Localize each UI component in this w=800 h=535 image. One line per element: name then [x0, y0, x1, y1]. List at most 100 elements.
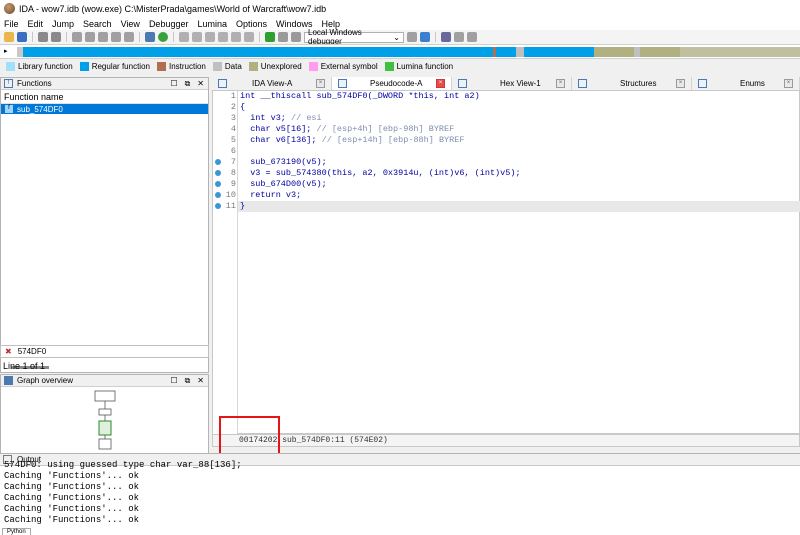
- navigation-band[interactable]: ▸: [0, 44, 800, 59]
- menu-file[interactable]: File: [4, 19, 19, 29]
- nav-arrow-icon[interactable]: ▸: [4, 47, 8, 55]
- debug-options-icon[interactable]: [407, 32, 417, 42]
- graph4-icon[interactable]: [218, 32, 228, 42]
- function-name-column-header[interactable]: Function name: [1, 90, 208, 104]
- tab-close-icon[interactable]: ×: [556, 79, 565, 88]
- graph-overview-canvas[interactable]: [1, 387, 208, 453]
- tab-close-icon[interactable]: ×: [784, 79, 793, 88]
- graph-icon[interactable]: [179, 32, 189, 42]
- pseudocode-editor[interactable]: 1 2 3 4 5 6 7 8 9 10 11 int __thiscall sub_574DF0(…: [212, 90, 800, 435]
- tab-close-icon[interactable]: ×: [676, 79, 685, 88]
- pause-icon[interactable]: [278, 32, 288, 42]
- line-number: 4: [230, 124, 236, 134]
- maximize-icon[interactable]: ☐: [170, 79, 177, 89]
- tab-pseudocode-a[interactable]: Pseudocode-A ×: [332, 77, 452, 90]
- output-line: Caching 'Functions'... ok: [4, 482, 140, 492]
- menu-debugger[interactable]: Debugger: [149, 19, 189, 29]
- tab-close-icon[interactable]: ×: [316, 79, 325, 88]
- open-icon[interactable]: [4, 32, 14, 42]
- tab-ida-view-a[interactable]: IDA View-A ×: [212, 77, 332, 90]
- float-icon[interactable]: ⧉: [185, 79, 191, 89]
- filter-clear-icon[interactable]: ✖: [5, 347, 12, 356]
- menu-jump[interactable]: Jump: [52, 19, 74, 29]
- back-icon[interactable]: [38, 32, 48, 42]
- menu-view[interactable]: View: [121, 19, 140, 29]
- tab-structures[interactable]: Structures ×: [572, 77, 692, 90]
- breakpoint-dot[interactable]: [215, 159, 221, 165]
- legend-item: Regular function: [79, 61, 150, 71]
- save-icon[interactable]: [17, 32, 27, 42]
- graph-node-current[interactable]: [98, 420, 112, 436]
- forward-icon[interactable]: [51, 32, 61, 42]
- debugger-select[interactable]: Local Windows debugger ⌄: [304, 28, 404, 46]
- breakpoint-dot[interactable]: [215, 181, 221, 187]
- tool2-icon[interactable]: [454, 32, 464, 42]
- menu-windows[interactable]: Windows: [276, 19, 313, 29]
- code-line[interactable]: char v6[136]; // [esp+14h] [ebp-88h] BYR…: [240, 135, 464, 146]
- function-row-label: sub_574DF0: [17, 104, 63, 114]
- maximize-icon[interactable]: ☐: [170, 376, 177, 386]
- highlight-annotation: [219, 416, 280, 456]
- binary-icon[interactable]: [85, 32, 95, 42]
- code-line[interactable]: sub_673190(v5);: [240, 157, 327, 168]
- tool1-icon[interactable]: [441, 32, 451, 42]
- menu-search[interactable]: Search: [83, 19, 112, 29]
- legend-label: Library function: [18, 61, 73, 71]
- menu-edit[interactable]: Edit: [28, 19, 44, 29]
- breakpoint-dot[interactable]: [215, 170, 221, 176]
- breakpoint-dot[interactable]: [215, 203, 221, 209]
- graph2-icon[interactable]: [192, 32, 202, 42]
- graph-node[interactable]: [94, 390, 116, 402]
- code-line[interactable]: char v5[16]; // [esp+4h] [ebp-98h] BYREF: [240, 124, 454, 135]
- play-icon[interactable]: [265, 32, 275, 42]
- code-line[interactable]: {: [240, 102, 245, 113]
- tab-enums[interactable]: Enums ×: [692, 77, 800, 90]
- tool3-icon[interactable]: [467, 32, 477, 42]
- graph3-icon[interactable]: [205, 32, 215, 42]
- window-title: IDA - wow7.idb (wow.exe) C:\MisterPrada\…: [19, 3, 327, 14]
- download-icon[interactable]: [111, 32, 121, 42]
- filter-field[interactable]: ✖ 574DF0: [0, 345, 209, 358]
- code-line[interactable]: int __thiscall sub_574DF0(_DWORD *this, …: [240, 91, 480, 102]
- legend-item: External symbol: [308, 61, 378, 71]
- menu-options[interactable]: Options: [236, 19, 267, 29]
- legend-swatch: [156, 61, 166, 71]
- code-line[interactable]: v3 = sub_574380(this, a2, 0x3914u, (int)…: [240, 168, 520, 179]
- breakpoint-dot[interactable]: [215, 192, 221, 198]
- stop-icon[interactable]: [291, 32, 301, 42]
- output-line: Caching 'Functions'... ok: [4, 504, 140, 514]
- functions-panel-title: Functions: [17, 79, 52, 88]
- text-icon[interactable]: [124, 32, 134, 42]
- tab-hex-view-1[interactable]: Hex View-1 ×: [452, 77, 572, 90]
- close-icon[interactable]: ✕: [197, 376, 204, 386]
- code-line[interactable]: sub_674D00(v5);: [240, 179, 327, 190]
- line-number: 6: [230, 146, 236, 156]
- python-tab[interactable]: Python: [2, 528, 31, 535]
- chevron-down-icon: ⌄: [393, 32, 400, 42]
- attach-icon[interactable]: [420, 32, 430, 42]
- menu-lumina[interactable]: Lumina: [197, 19, 227, 29]
- menu-help[interactable]: Help: [322, 19, 341, 29]
- legend-swatch: [6, 61, 15, 71]
- close-icon[interactable]: ✕: [197, 79, 204, 89]
- code-line[interactable]: }: [240, 201, 245, 212]
- code-line[interactable]: return v3;: [240, 190, 301, 201]
- line-number-gutter: 1 2 3 4 5 6 7 8 9 10 11: [213, 91, 238, 435]
- close-graph-icon[interactable]: [244, 32, 254, 42]
- graph-node[interactable]: [98, 438, 112, 450]
- hex-icon[interactable]: [72, 32, 82, 42]
- editor-tabs: IDA View-A × Pseudocode-A × Hex View-1 ×…: [212, 77, 800, 90]
- code-line[interactable]: int v3; // esi: [240, 113, 321, 124]
- float-icon[interactable]: ⧉: [185, 376, 191, 386]
- function-row[interactable]: f sub_574DF0: [1, 104, 208, 114]
- toolbar: Local Windows debugger ⌄: [0, 28, 800, 46]
- list-icon[interactable]: [98, 32, 108, 42]
- tab-label: Structures: [620, 79, 657, 88]
- graph-node[interactable]: [98, 408, 112, 416]
- navigation-strip[interactable]: [17, 47, 800, 57]
- image-icon[interactable]: [145, 32, 155, 42]
- status-icon[interactable]: [158, 32, 168, 42]
- output-line: 574DF0: using guessed type char var_88[1…: [4, 460, 242, 470]
- graph5-icon[interactable]: [231, 32, 241, 42]
- tab-close-icon[interactable]: ×: [436, 79, 445, 88]
